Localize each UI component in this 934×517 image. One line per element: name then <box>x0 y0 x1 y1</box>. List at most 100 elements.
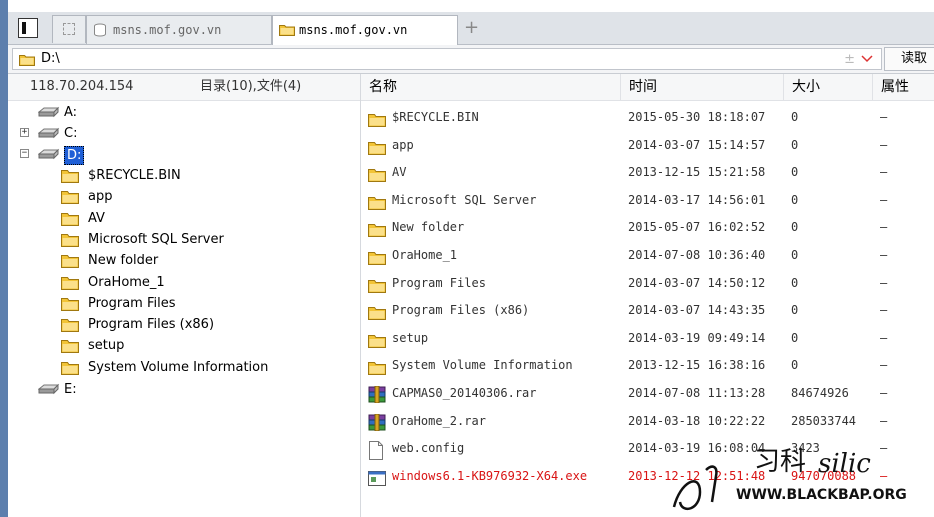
tab-site-2[interactable]: msns.mof.gov.vn <box>272 15 458 45</box>
sidebar-toggle-icon[interactable] <box>18 18 38 38</box>
folder-icon-wrap <box>61 232 79 254</box>
file-time: 2013-12-12 12:51:48 <box>628 468 766 483</box>
tab-label: msns.mof.gov.vn <box>113 23 222 37</box>
tree-header: 118.70.204.154 目录(10),文件(4) <box>8 74 360 101</box>
rar-archive-icon <box>368 413 386 432</box>
item-counts: 目录(10),文件(4) <box>200 79 302 94</box>
file-name: AV <box>392 165 407 180</box>
folder-icon <box>19 55 35 66</box>
file-row[interactable]: windows6.1-KB976932-X64.exe 2013-12-12 12… <box>361 463 934 490</box>
file-name: Program Files <box>392 275 486 290</box>
file-row[interactable]: OraHome_2.rar 2014-03-18 10:22:22 28503374… <box>361 408 934 435</box>
column-header-time[interactable]: 时间 <box>621 74 784 100</box>
file-row[interactable]: $RECYCLE.BIN 2015-05-30 18:18:07 0 – <box>361 104 934 131</box>
file-row[interactable]: CAPMAS0_20140306.rar 2014-07-08 11:13:28 8… <box>361 380 934 407</box>
folder-icon <box>61 191 79 205</box>
tree-folder-label: New folder <box>88 253 159 269</box>
file-attr: – <box>880 137 888 152</box>
file-name: windows6.1-KB976932-X64.exe <box>392 468 588 483</box>
folder-icon <box>368 334 386 348</box>
file-size: 84674926 <box>791 386 849 400</box>
expand-icon[interactable]: + <box>20 128 29 137</box>
file-time: 2014-03-07 14:43:35 <box>628 303 766 318</box>
executable-icon <box>368 470 386 486</box>
file-time: 2014-03-19 16:08:04 <box>628 441 766 456</box>
file-name: Microsoft SQL Server <box>392 192 537 207</box>
file-size: 0 <box>791 330 799 345</box>
folder-icon <box>61 297 79 311</box>
file-size: 3423 <box>791 441 820 456</box>
file-attr: – <box>880 248 888 262</box>
file-size: 0 <box>791 248 799 262</box>
folder-icon <box>61 212 79 226</box>
folder-icon <box>368 169 386 183</box>
new-tab-button[interactable]: + <box>464 17 479 38</box>
file-row[interactable]: setup 2014-03-19 09:49:14 0 – <box>361 325 934 352</box>
folder-icon-wrap <box>61 211 79 233</box>
file-size: 0 <box>791 110 799 124</box>
tree-folder-label: Program Files <box>88 295 176 311</box>
path-input[interactable]: D:\ ± <box>12 48 882 70</box>
folder-icon <box>61 233 79 247</box>
read-button[interactable]: 读取 <box>884 47 934 71</box>
file-attr: – <box>880 358 888 373</box>
file-time: 2014-07-08 11:13:28 <box>628 386 766 400</box>
file-attr: – <box>880 275 888 290</box>
file-list-panel: 名称 时间 大小 属性 $RECYCLE.BIN 2015-05-30 18:18… <box>361 74 934 517</box>
column-header-name[interactable]: 名称 <box>361 74 621 100</box>
tab-site-1[interactable]: msns.mof.gov.vn <box>86 15 272 44</box>
file-name: Program Files (x86) <box>392 303 530 318</box>
file-time: 2014-03-07 14:50:12 <box>628 275 766 290</box>
file-attr: – <box>880 468 888 483</box>
file-list-header: 名称 时间 大小 属性 <box>361 74 934 101</box>
file-time: 2014-03-07 15:14:57 <box>628 137 766 152</box>
exe-icon <box>368 469 386 496</box>
file-name: OraHome_2.rar <box>392 413 486 428</box>
plus-minus-icon[interactable]: ± <box>844 50 855 70</box>
file-size: 0 <box>791 358 799 373</box>
folder-icon <box>368 252 386 265</box>
window-frame <box>0 0 8 517</box>
folder-icon <box>368 362 386 376</box>
file-size: 0 <box>791 303 799 318</box>
file-size: 285033744 <box>791 413 857 428</box>
column-header-size[interactable]: 大小 <box>784 74 873 100</box>
file-row[interactable]: AV 2013-12-15 15:21:58 0 – <box>361 159 934 186</box>
chevron-down-icon[interactable] <box>861 48 873 70</box>
file-row[interactable]: System Volume Information 2013-12-15 16:3… <box>361 352 934 379</box>
file-row[interactable]: Program Files 2014-03-07 14:50:12 0 – <box>361 270 934 297</box>
file-row[interactable]: Microsoft SQL Server 2014-03-17 14:56:01 0… <box>361 187 934 214</box>
blank-tab[interactable] <box>52 15 86 43</box>
tab-label: msns.mof.gov.vn <box>299 23 408 37</box>
file-time: 2014-07-08 10:36:40 <box>628 248 766 262</box>
file-row[interactable]: Program Files (x86) 2014-03-07 14:43:35 0 – <box>361 297 934 324</box>
file-attr: – <box>880 110 888 124</box>
folder-icon-wrap <box>61 296 79 318</box>
path-value: D:\ <box>41 51 60 66</box>
tree-folder-label: Microsoft SQL Server <box>88 231 224 247</box>
file-name: CAPMAS0_20140306.rar <box>392 386 537 400</box>
document-icon <box>369 441 383 461</box>
folder-icon <box>368 141 386 155</box>
file-row[interactable]: app 2014-03-07 15:14:57 0 – <box>361 132 934 159</box>
file-name: $RECYCLE.BIN <box>392 110 479 124</box>
tree-folder-label: OraHome_1 <box>88 274 165 290</box>
folder-icon <box>368 279 386 293</box>
folder-icon <box>368 196 386 210</box>
drive-label: C: <box>64 126 78 141</box>
column-header-attr[interactable]: 属性 <box>873 74 934 100</box>
folder-icon-wrap <box>61 253 79 275</box>
drive-label: E: <box>64 382 77 397</box>
file-row[interactable]: OraHome_1 2014-07-08 10:36:40 0 – <box>361 242 934 269</box>
directory-tree-panel: 118.70.204.154 目录(10),文件(4) A: + C: − D:… <box>8 74 361 517</box>
file-row[interactable]: web.config 2014-03-19 16:08:04 3423 – <box>361 435 934 462</box>
file-attr: – <box>880 192 888 207</box>
folder-icon <box>61 361 79 375</box>
file-attr: – <box>880 303 888 318</box>
server-ip: 118.70.204.154 <box>30 79 134 94</box>
collapse-icon[interactable]: − <box>20 149 29 158</box>
file-row[interactable]: New folder 2015-05-07 16:02:52 0 – <box>361 214 934 241</box>
rar-archive-icon <box>368 385 386 404</box>
folder-icon <box>279 25 295 36</box>
drive-icon <box>38 127 60 139</box>
